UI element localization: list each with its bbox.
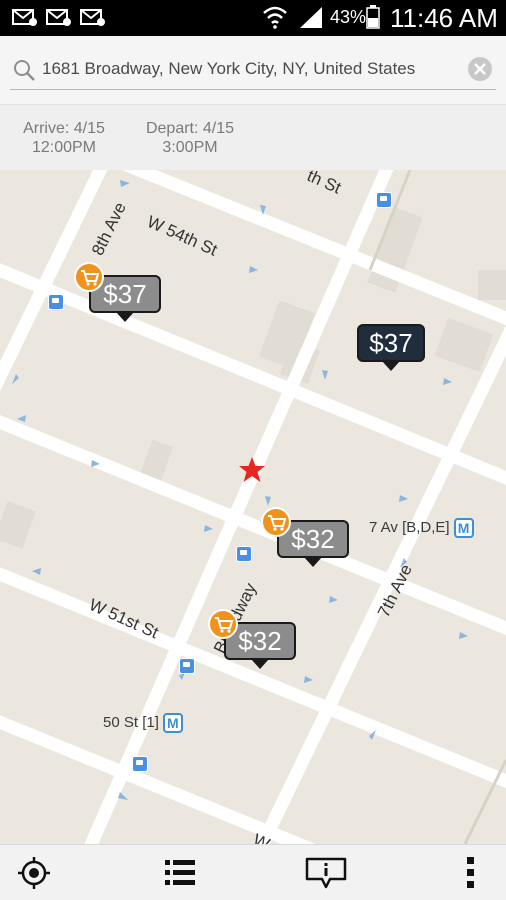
bottom-toolbar xyxy=(0,844,506,900)
pin-pointer xyxy=(382,361,400,371)
cart-icon[interactable] xyxy=(74,262,104,292)
cart-icon[interactable] xyxy=(261,507,291,537)
battery-icon xyxy=(366,5,380,29)
metro-icon: M xyxy=(162,713,183,733)
cart-icon[interactable] xyxy=(208,609,238,639)
clock: 11:46 AM xyxy=(390,3,498,33)
subway-station-7av[interactable]: 7 Av [B,D,E] M xyxy=(369,518,474,538)
wifi-icon xyxy=(263,6,287,29)
depart-info[interactable]: Depart: 4/15 3:00PM xyxy=(140,119,240,157)
search-field[interactable] xyxy=(10,50,496,90)
pin-pointer xyxy=(251,659,269,669)
station-label: 50 St [1] xyxy=(103,713,159,731)
arrive-time: 12:00PM xyxy=(31,139,97,156)
station-label: 7 Av [B,D,E] xyxy=(369,518,450,536)
status-bar: 43% 11:46 AM xyxy=(0,0,506,36)
pin-pointer xyxy=(116,312,134,322)
subway-station-50st[interactable]: 50 St [1] M xyxy=(103,713,183,733)
search-bar xyxy=(0,36,506,104)
email-icon xyxy=(46,9,71,26)
info-button[interactable] xyxy=(304,855,347,891)
list-view-button[interactable] xyxy=(160,855,200,891)
arrive-info[interactable]: Arrive: 4/15 12:00PM xyxy=(18,119,110,157)
locate-button[interactable] xyxy=(14,855,54,891)
map[interactable]: W 54th St W 51st St 8th Ave 7th Ave Broa… xyxy=(0,170,506,844)
bus-stop-icon[interactable] xyxy=(132,756,148,772)
clear-icon[interactable] xyxy=(468,57,492,81)
email-icon xyxy=(80,9,105,26)
locate-icon xyxy=(18,857,50,889)
overflow-menu-icon xyxy=(467,857,474,888)
bus-stop-icon[interactable] xyxy=(236,546,252,562)
price-label: $37 xyxy=(357,324,425,362)
battery-percent: 43% xyxy=(330,7,367,27)
arrive-label: Arrive: 4/15 xyxy=(23,120,105,137)
info-icon xyxy=(305,857,347,889)
bus-stop-icon[interactable] xyxy=(376,192,392,208)
star-icon xyxy=(239,457,265,482)
search-input[interactable] xyxy=(42,59,462,79)
date-range[interactable]: Arrive: 4/15 12:00PM Depart: 4/15 3:00PM xyxy=(0,104,506,170)
overflow-menu-button[interactable] xyxy=(452,855,492,891)
metro-icon: M xyxy=(453,518,474,538)
search-icon xyxy=(14,60,35,81)
list-icon xyxy=(165,860,195,885)
signal-icon xyxy=(300,7,322,28)
pin-pointer xyxy=(304,557,322,567)
bus-stop-icon[interactable] xyxy=(48,294,64,310)
bus-stop-icon[interactable] xyxy=(179,658,195,674)
depart-label: Depart: 4/15 xyxy=(145,120,235,137)
depart-time: 3:00PM xyxy=(162,139,218,156)
email-icon xyxy=(12,9,37,26)
